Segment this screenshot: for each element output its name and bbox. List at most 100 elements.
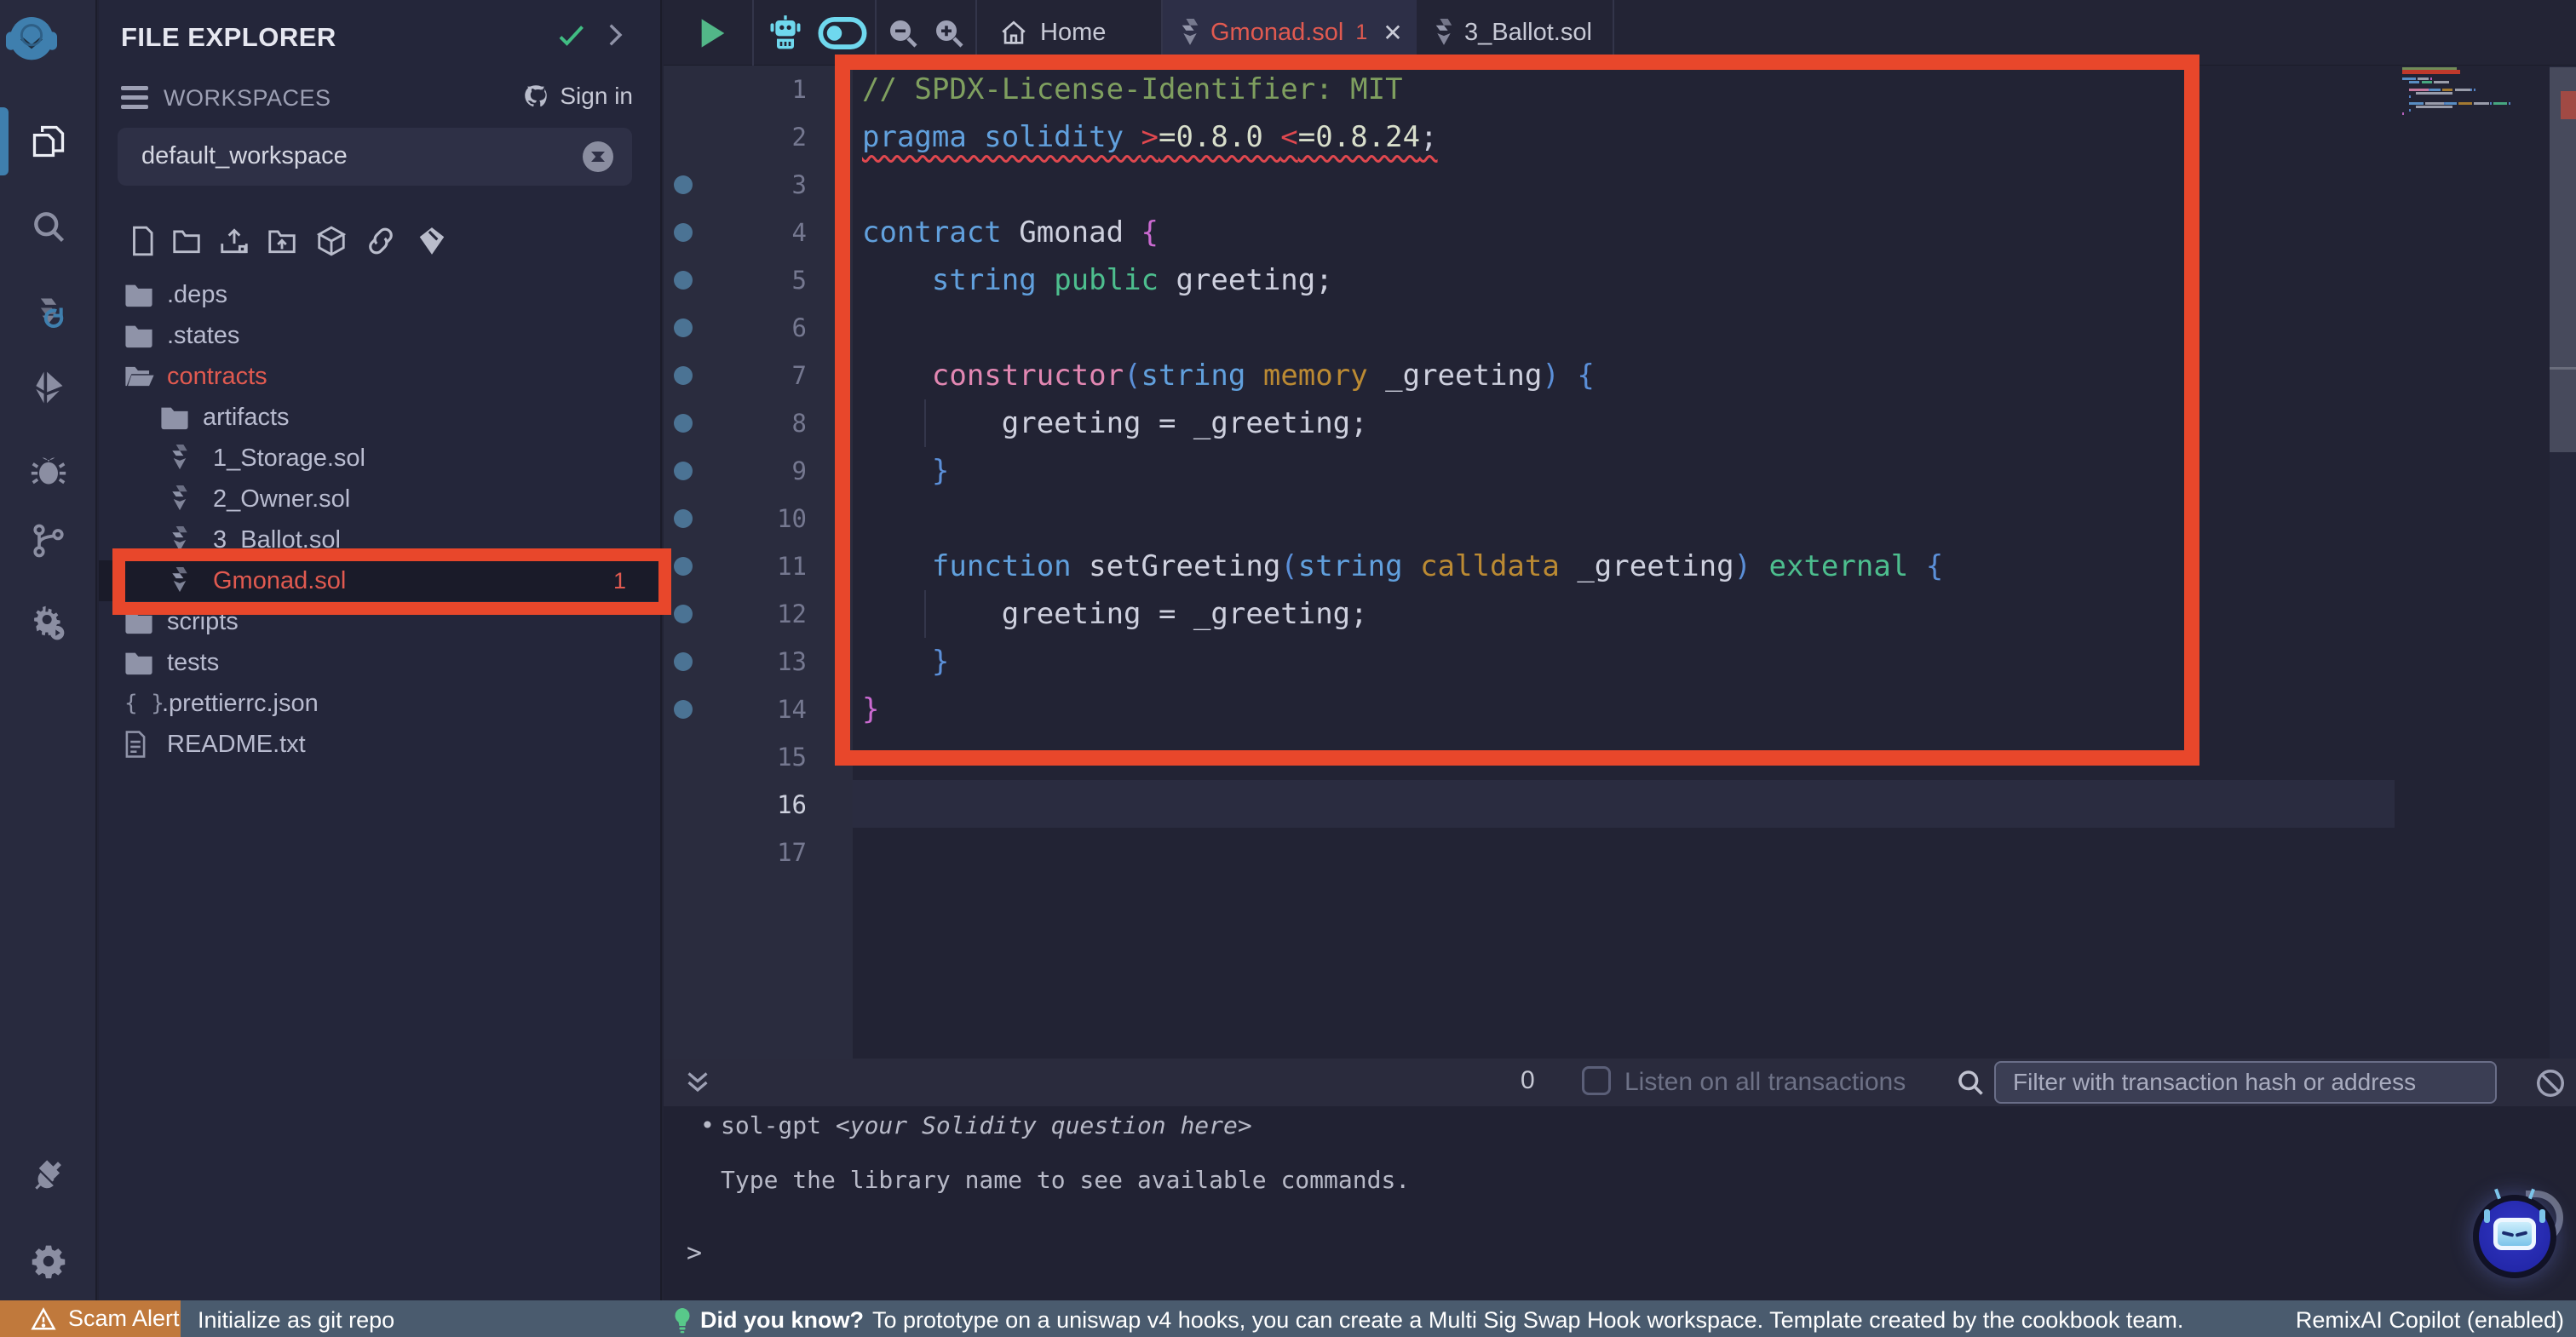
gutter-dot-icon[interactable] [674, 700, 693, 719]
gutter-dot-icon[interactable] [674, 509, 693, 528]
git-init-button[interactable]: Initialize as git repo [198, 1307, 394, 1334]
load-box-icon[interactable] [315, 225, 348, 257]
robot-icon [768, 14, 802, 52]
tree-item-scripts[interactable]: scripts [99, 601, 660, 642]
gutter-dot-icon[interactable] [674, 462, 693, 480]
clear-console-icon[interactable] [2534, 1067, 2567, 1099]
listen-all-checkbox[interactable] [1582, 1066, 1611, 1095]
gutter-dot-icon[interactable] [674, 605, 693, 623]
gutter-dot-icon[interactable] [674, 414, 693, 433]
settings-gear-icon [30, 1242, 67, 1280]
robot-ear [2539, 1209, 2545, 1223]
terminal-line: Type the library name to see available c… [721, 1166, 1410, 1194]
file-tree: .deps .states contracts artifacts 1_Storage.… [99, 274, 660, 765]
code-line-8: greeting = _greeting; [862, 399, 1368, 447]
sidebar-item-settings[interactable] [0, 1229, 97, 1294]
solidity-icon [170, 526, 189, 554]
tip-text: To prototype on a uniswap v4 hooks, you … [872, 1307, 2183, 1334]
plug-icon [30, 1157, 67, 1195]
tree-item-label: 2_Owner.sol [213, 485, 350, 514]
new-folder-icon[interactable] [170, 225, 203, 257]
gutter-dot-icon[interactable] [674, 318, 693, 337]
line-number: 15 [664, 733, 807, 781]
tree-item-label: 1_Storage.sol [213, 445, 365, 473]
terminal-prompt[interactable]: > [687, 1238, 702, 1268]
gutter-dot-icon[interactable] [674, 652, 693, 671]
transaction-filter-input[interactable] [1994, 1061, 2497, 1104]
gutter-dot-icon[interactable] [674, 366, 693, 385]
sidebar-item-deploy-run[interactable] [0, 355, 97, 420]
tab-gmonad[interactable]: Gmonad.sol 1 ✕ [1163, 0, 1417, 66]
publish-gist-icon[interactable] [416, 225, 448, 257]
gutter-dot-icon[interactable] [674, 175, 693, 194]
tree-item-label: .states [167, 322, 239, 350]
terminal-output[interactable]: •sol-gpt <your Solidity question here>Ty… [664, 1106, 2576, 1300]
tree-item-2-owner-sol[interactable]: 2_Owner.sol [99, 479, 660, 519]
tree-item-artifacts[interactable]: artifacts [99, 397, 660, 438]
code-line-9: } [862, 447, 949, 495]
tree-item--deps[interactable]: .deps [99, 274, 660, 315]
code-line-11: function setGreeting(string calldata _gr… [862, 542, 1943, 590]
indent-guide [924, 590, 926, 638]
gutter-dot-icon[interactable] [674, 271, 693, 290]
upload-file-icon[interactable] [218, 225, 250, 257]
terminal-collapse-button[interactable] [682, 1067, 713, 1098]
remix-logo-icon[interactable] [5, 14, 58, 70]
deploy-run-icon [30, 369, 67, 406]
solidity-icon [170, 567, 189, 594]
tree-item-3-ballot-sol[interactable]: 3_Ballot.sol [99, 519, 660, 560]
tree-item-label: artifacts [203, 404, 290, 432]
remixai-assistant-button[interactable] [2473, 1195, 2556, 1278]
copilot-toggle[interactable] [814, 0, 871, 66]
folder-icon [124, 609, 153, 634]
scrollbar-thumb[interactable] [2550, 67, 2576, 452]
transaction-count: 0 [1521, 1066, 1535, 1095]
did-you-know-tip: Did you know? To prototype on a uniswap … [673, 1307, 2183, 1334]
tree-item-readme-txt[interactable]: README.txt [99, 724, 660, 765]
robot-ear [2484, 1209, 2490, 1223]
code-line-14: } [862, 686, 879, 733]
tree-item-label: 3_Ballot.sol [213, 526, 341, 554]
tab-ballot[interactable]: 3_Ballot.sol [1417, 0, 1613, 66]
workspaces-menu-icon[interactable] [121, 86, 148, 114]
import-link-icon[interactable] [365, 225, 397, 257]
sidebar-item-plugin-manager[interactable] [0, 592, 97, 657]
tab-close-icon[interactable]: ✕ [1383, 19, 1402, 47]
listen-all-label: Listen on all transactions [1624, 1068, 1906, 1097]
tree-item--states[interactable]: .states [99, 315, 660, 356]
new-file-icon[interactable] [126, 225, 158, 257]
tree-item-1-storage-sol[interactable]: 1_Storage.sol [99, 438, 660, 479]
status-bar: Scam Alert Initialize as git repo Did yo… [0, 1300, 2576, 1337]
folder-icon [124, 282, 153, 307]
sidebar-item-search[interactable] [0, 194, 97, 259]
zoom-in-button[interactable] [929, 0, 969, 66]
sign-in-button[interactable]: Sign in [520, 82, 633, 111]
gutter-dot-icon[interactable] [674, 557, 693, 576]
play-icon [699, 16, 727, 50]
gutter-dot-icon[interactable] [674, 223, 693, 242]
line-number: 16 [664, 781, 807, 829]
upload-folder-icon[interactable] [266, 225, 298, 257]
github-icon [520, 82, 551, 111]
tab-home[interactable]: Home [977, 0, 1161, 66]
tree-item-contracts[interactable]: contracts [99, 356, 660, 397]
terminal-bullet: • [700, 1111, 715, 1139]
tree-item-tests[interactable]: tests [99, 642, 660, 683]
tree-item--prettierrc-json[interactable]: { }.prettierrc.json [99, 683, 660, 724]
sidebar-item-solidity-compiler[interactable] [0, 280, 97, 345]
collapse-panel-chevron-icon[interactable] [600, 20, 629, 49]
sidebar-item-file-explorer[interactable] [0, 109, 97, 174]
workspace-select[interactable]: default_workspace [118, 128, 632, 186]
file-explorer-toolbar [99, 220, 660, 264]
scam-alert-badge[interactable]: Scam Alert [0, 1300, 181, 1337]
sidebar-item-debugger[interactable] [0, 438, 97, 502]
tree-item-gmonad-sol[interactable]: Gmonad.sol1 [99, 560, 660, 601]
toggle-icon [818, 17, 867, 49]
sidebar-item-git[interactable] [0, 508, 97, 573]
editor-scrollbar[interactable] [2550, 66, 2576, 1059]
run-script-button[interactable] [687, 0, 739, 66]
sidebar-item-plugin-connector[interactable] [0, 1144, 97, 1208]
zoom-out-button[interactable] [883, 0, 923, 66]
minimap[interactable] [2394, 67, 2550, 169]
remixai-button[interactable] [766, 0, 805, 66]
